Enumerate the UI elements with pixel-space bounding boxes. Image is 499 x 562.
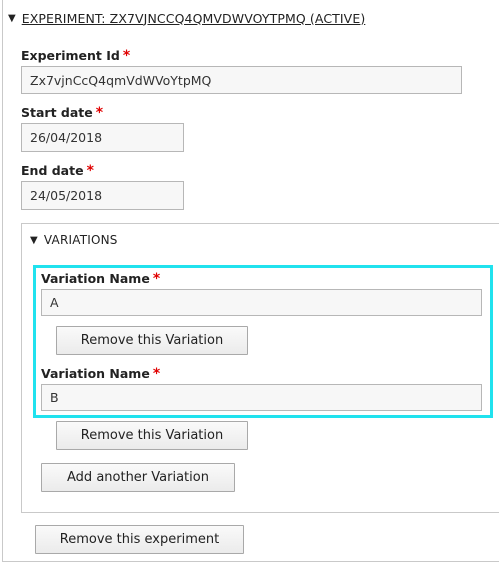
variation-name-value: A — [50, 295, 59, 310]
experiment-id-label-text: Experiment Id — [21, 48, 120, 63]
end-date-input[interactable]: 24/05/2018 — [21, 181, 184, 210]
required-marker: * — [95, 105, 104, 121]
variation-name-label: Variation Name * — [41, 270, 160, 288]
end-date-label-text: End date — [21, 163, 84, 178]
experiment-id-input[interactable]: Zx7vjnCcQ4qmVdWVoYtpMQ — [21, 66, 462, 94]
experiment-summary-text: EXPERIMENT: ZX7VJNCCQ4QMVDWVOYTPMQ (ACTI… — [21, 10, 366, 26]
experiment-id-value: Zx7vjnCcQ4qmVdWVoYtpMQ — [30, 72, 212, 88]
remove-variation-button[interactable]: Remove this Variation — [56, 326, 248, 355]
start-date-value: 26/04/2018 — [30, 130, 103, 145]
variation-name-input[interactable]: B — [41, 384, 482, 411]
triangle-down-icon: ▼ — [8, 12, 16, 24]
variations-summary-text: VARIATIONS — [43, 233, 118, 247]
variation-name-value: B — [50, 390, 59, 405]
variation-name-label-text: Variation Name — [41, 271, 150, 286]
end-date-value: 24/05/2018 — [30, 188, 103, 203]
experiment-id-label: Experiment Id * — [21, 47, 130, 65]
variation-name-label-text: Variation Name — [41, 366, 150, 381]
variation-name-label: Variation Name * — [41, 365, 160, 383]
start-date-label: Start date * — [21, 104, 103, 122]
remove-variation-button[interactable]: Remove this Variation — [56, 421, 248, 450]
start-date-label-text: Start date — [21, 105, 93, 120]
end-date-label: End date * — [21, 162, 94, 180]
required-marker: * — [86, 163, 94, 179]
add-variation-button[interactable]: Add another Variation — [41, 463, 235, 492]
required-marker: * — [122, 48, 131, 64]
remove-experiment-button[interactable]: Remove this experiment — [35, 525, 244, 554]
experiment-summary-toggle[interactable]: ▼ EXPERIMENT: ZX7VJNCCQ4QMVDWVOYTPMQ (AC… — [8, 9, 365, 27]
required-marker: * — [152, 366, 161, 382]
variations-summary-toggle[interactable]: ▼ VARIATIONS — [30, 232, 118, 248]
variation-name-input[interactable]: A — [41, 289, 482, 316]
required-marker: * — [152, 271, 161, 287]
triangle-down-icon: ▼ — [30, 234, 38, 246]
start-date-input[interactable]: 26/04/2018 — [21, 123, 184, 152]
